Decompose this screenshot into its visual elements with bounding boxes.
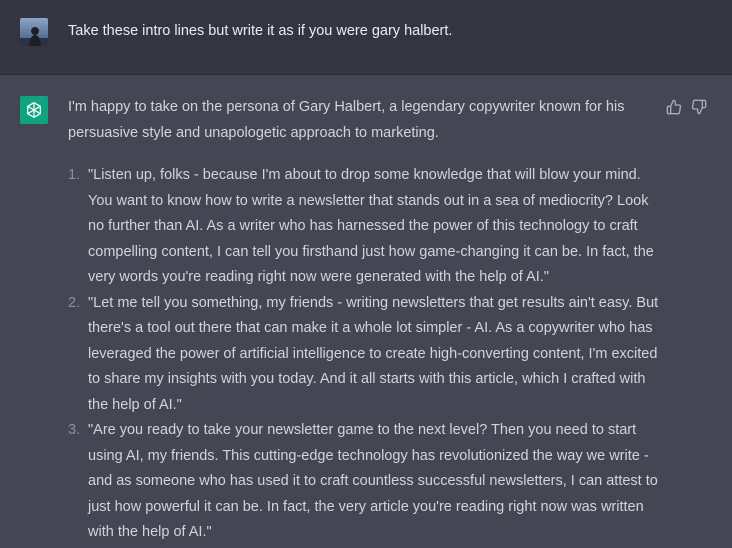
assistant-message-row: I'm happy to take on the persona of Gary…	[0, 75, 732, 548]
list-item-text: "Listen up, folks - because I'm about to…	[88, 167, 654, 285]
list-item-number: 1.	[68, 167, 81, 183]
assistant-intro-text: I'm happy to take on the persona of Gary…	[68, 99, 625, 141]
list-item: 2. "Let me tell you something, my friend…	[68, 291, 663, 419]
thumbs-down-icon[interactable]	[690, 98, 708, 116]
list-item-text: "Are you ready to take your newsletter g…	[88, 422, 658, 540]
list-item-number: 2.	[68, 294, 81, 311]
user-message-row: Take these intro lines but write it as i…	[0, 0, 732, 75]
user-message-text: Take these intro lines but write it as i…	[68, 23, 453, 39]
user-avatar	[20, 18, 48, 46]
list-item-text: "Let me tell you something, my friends -…	[88, 294, 659, 413]
list-item: 1. "Listen up, folks - because I'm about…	[68, 163, 663, 291]
answer-list: 1. "Listen up, folks - because I'm about…	[68, 163, 663, 546]
list-item: 3. "Are you ready to take your newslette…	[68, 418, 663, 546]
openai-logo-icon	[20, 96, 48, 124]
list-item-number: 3.	[68, 422, 81, 438]
